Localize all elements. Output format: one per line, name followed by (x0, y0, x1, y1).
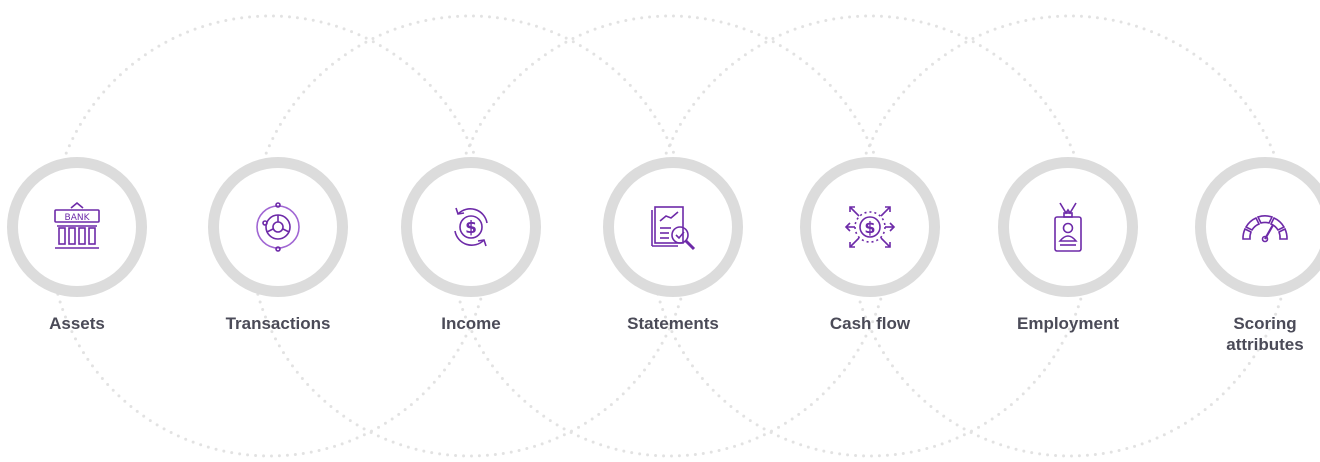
dollar-arrows-icon: $ (844, 206, 896, 248)
feature-statements: Statements (573, 157, 773, 334)
feature-label: Employment (1016, 314, 1120, 333)
id-badge-icon (1054, 202, 1082, 252)
icon-ring: $ (401, 157, 541, 297)
feature-assets: BANK Assets (0, 157, 177, 334)
feature-label: Assets (49, 314, 105, 333)
icon-ring (1195, 157, 1320, 297)
feature-label: Scoring attributes (1226, 314, 1304, 354)
icon-ring (998, 157, 1138, 297)
feature-label: Transactions (225, 314, 331, 333)
icon-ring (603, 157, 743, 297)
feature-employment: Employment (968, 157, 1168, 334)
icon-ring: $ (800, 157, 940, 297)
transactions-cycle-icon (256, 202, 300, 252)
feature-scoring-attributes: Scoring attributes (1165, 157, 1320, 355)
icon-ring: BANK (7, 157, 147, 297)
feature-cash-flow: $ Cash flow (770, 157, 970, 334)
speedometer-icon (1242, 215, 1288, 243)
feature-strip: BANK Assets Transactions $ Income Statem… (0, 0, 1320, 462)
feature-label: Income (441, 314, 501, 333)
feature-label: Statements (627, 314, 719, 333)
dollar-refresh-icon: $ (454, 207, 488, 247)
svg-text:$: $ (465, 218, 477, 238)
feature-label: Cash flow (829, 314, 911, 333)
statement-magnifier-icon (651, 206, 696, 251)
icon-ring (208, 157, 348, 297)
svg-text:BANK: BANK (65, 213, 91, 223)
feature-transactions: Transactions (178, 157, 378, 334)
feature-income: $ Income (371, 157, 571, 334)
svg-text:$: $ (864, 218, 875, 237)
bank-icon: BANK (54, 201, 100, 249)
